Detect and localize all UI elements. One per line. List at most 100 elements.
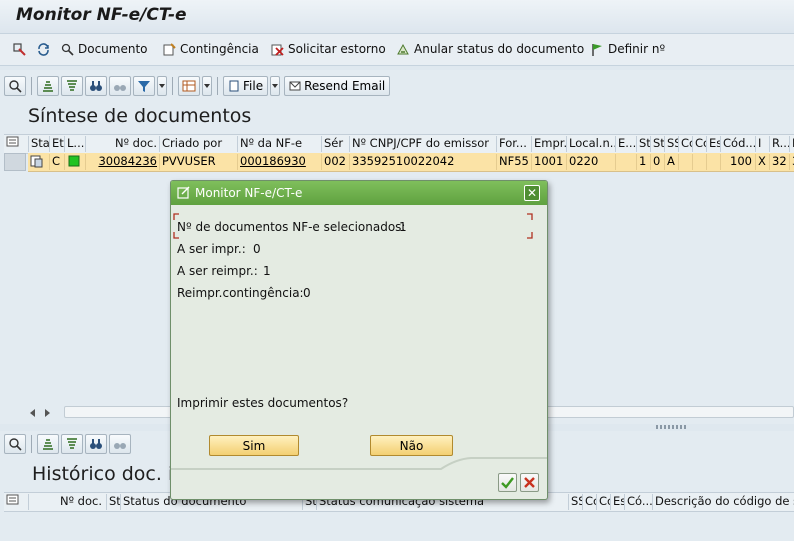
- cell-st2: 0: [650, 154, 664, 170]
- col-cc1[interactable]: Cc: [678, 136, 692, 152]
- col-i[interactable]: I: [755, 136, 769, 152]
- col-cc2[interactable]: Cc: [692, 136, 706, 152]
- cell-st1: 1: [636, 154, 650, 170]
- file-dropdown-button[interactable]: [270, 76, 281, 96]
- col-e[interactable]: E...: [615, 136, 636, 152]
- select-all-icon[interactable]: [4, 136, 28, 152]
- hist-col-cc1[interactable]: Cc: [582, 494, 596, 510]
- sort-descending-button[interactable]: [61, 76, 83, 96]
- col-company[interactable]: Empr...: [531, 136, 566, 152]
- hist-col-ss[interactable]: SS: [568, 494, 582, 510]
- history-find-next-button[interactable]: [109, 434, 131, 454]
- resend-email-button[interactable]: Resend Email: [284, 76, 391, 96]
- reprint-contingency-label: Reimpr.contingência:: [177, 286, 304, 300]
- col-nfe-no[interactable]: Nº da NF-e: [237, 136, 321, 152]
- define-number-button-label: Definir nº: [608, 42, 666, 56]
- col-st1[interactable]: St: [636, 136, 650, 152]
- cell-series: 002: [321, 154, 349, 170]
- dialog-window-icon: [177, 186, 190, 199]
- file-menu-button[interactable]: File: [223, 76, 269, 96]
- col-ss[interactable]: SS: [664, 136, 678, 152]
- scroll-right-icon[interactable]: [42, 407, 52, 417]
- col-code[interactable]: Cód...: [720, 136, 755, 152]
- hist-col-st1[interactable]: St: [106, 494, 120, 510]
- col-et[interactable]: Et: [49, 136, 64, 152]
- cell-code: 100: [720, 154, 755, 170]
- find-button[interactable]: [85, 76, 107, 96]
- find-next-button[interactable]: [109, 76, 131, 96]
- row-selector[interactable]: [4, 153, 26, 171]
- to-print-value: 0: [253, 242, 261, 256]
- cancel-button[interactable]: [520, 473, 539, 492]
- col-es[interactable]: Es: [706, 136, 720, 152]
- col-doc-no[interactable]: Nº doc.: [85, 136, 159, 152]
- dropdown-arrow-icon: [159, 84, 165, 88]
- col-series[interactable]: Sér: [321, 136, 349, 152]
- request-reversal-button[interactable]: Solicitar estorno: [270, 40, 386, 58]
- selected-docs-value: 1: [399, 220, 407, 234]
- select-icon-button[interactable]: [12, 40, 27, 58]
- to-print-label: A ser impr.:: [177, 242, 246, 256]
- cell-form: NF55: [496, 154, 531, 170]
- synthesis-grid-header: Sta Et L... Nº doc. Criado por Nº da NF-…: [4, 134, 794, 154]
- cancel-status-button[interactable]: Anular status do documento: [396, 40, 584, 58]
- history-find-button[interactable]: [85, 434, 107, 454]
- details-button[interactable]: [4, 76, 26, 96]
- hist-col-code[interactable]: Có...: [624, 494, 652, 510]
- cell-e: [615, 154, 636, 170]
- filter-button[interactable]: [133, 76, 155, 96]
- col-l[interactable]: L...: [64, 136, 85, 152]
- col-r2[interactable]: R: [789, 136, 794, 152]
- cell-r2: 3: [789, 154, 794, 170]
- yes-button[interactable]: Sim: [209, 435, 299, 456]
- checkmark-icon: [501, 477, 514, 489]
- cell-r: 32: [769, 154, 789, 170]
- selected-docs-label: Nº de documentos NF-e selecionados:: [177, 220, 406, 234]
- filter-dropdown-button[interactable]: [157, 76, 167, 96]
- cell-doc-no[interactable]: 30084236: [85, 154, 159, 170]
- no-button[interactable]: Não: [370, 435, 453, 456]
- contingency-button[interactable]: Contingência: [162, 40, 259, 58]
- cell-nfe-no[interactable]: 000186930: [237, 154, 321, 170]
- col-location[interactable]: Local.n...: [566, 136, 615, 152]
- hist-col-es[interactable]: Es: [610, 494, 624, 510]
- history-details-button[interactable]: [4, 434, 26, 454]
- col-created-by[interactable]: Criado por: [159, 136, 237, 152]
- application-toolbar: Documento Contingência Solicitar estorno…: [0, 33, 794, 66]
- sort-ascending-button[interactable]: [37, 76, 59, 96]
- sort-ascending-icon: [43, 81, 53, 92]
- document-search-icon: [61, 43, 74, 56]
- dialog-titlebar[interactable]: Monitor NF-e/CT-e ✕: [171, 181, 547, 205]
- refresh-icon: [38, 42, 49, 56]
- binoculars-next-icon: [114, 443, 126, 449]
- define-number-button[interactable]: Definir nº: [590, 40, 665, 58]
- confirm-button[interactable]: [498, 473, 517, 492]
- col-form[interactable]: For...: [496, 136, 531, 152]
- col-sta[interactable]: Sta: [28, 136, 49, 152]
- cell-company: 1001: [531, 154, 566, 170]
- scroll-left-icon[interactable]: [28, 407, 38, 417]
- refresh-button[interactable]: [36, 40, 51, 58]
- history-sort-ascending-button[interactable]: [37, 434, 59, 454]
- hist-col-cc2[interactable]: Cc: [596, 494, 610, 510]
- hist-col-code-desc[interactable]: Descrição do código de st: [652, 494, 794, 510]
- col-st2[interactable]: St: [650, 136, 664, 152]
- table-row[interactable]: C 30084236 PVVUSER 000186930 002 3359251…: [28, 153, 794, 172]
- binoculars-icon: [90, 81, 102, 91]
- details-icon: [9, 438, 22, 451]
- layout-dropdown-button[interactable]: [202, 76, 212, 96]
- toolbar-divider: [172, 77, 173, 95]
- history-select-all-icon[interactable]: [4, 494, 28, 510]
- splitter-handle[interactable]: [656, 425, 686, 429]
- sort-ascending-icon: [43, 439, 53, 450]
- synthesis-title: Síntese de documentos: [28, 105, 252, 127]
- col-cnpj[interactable]: Nº CNPJ/CPF do emissor: [349, 136, 496, 152]
- hist-col-doc-no[interactable]: Nº doc.: [28, 494, 106, 510]
- dialog-title: Monitor NF-e/CT-e: [195, 186, 303, 200]
- close-icon[interactable]: ✕: [524, 185, 540, 201]
- cell-et: C: [49, 154, 64, 170]
- layout-button[interactable]: [178, 76, 200, 96]
- col-r[interactable]: R...: [769, 136, 789, 152]
- document-button[interactable]: Documento: [60, 40, 148, 58]
- history-sort-descending-button[interactable]: [61, 434, 83, 454]
